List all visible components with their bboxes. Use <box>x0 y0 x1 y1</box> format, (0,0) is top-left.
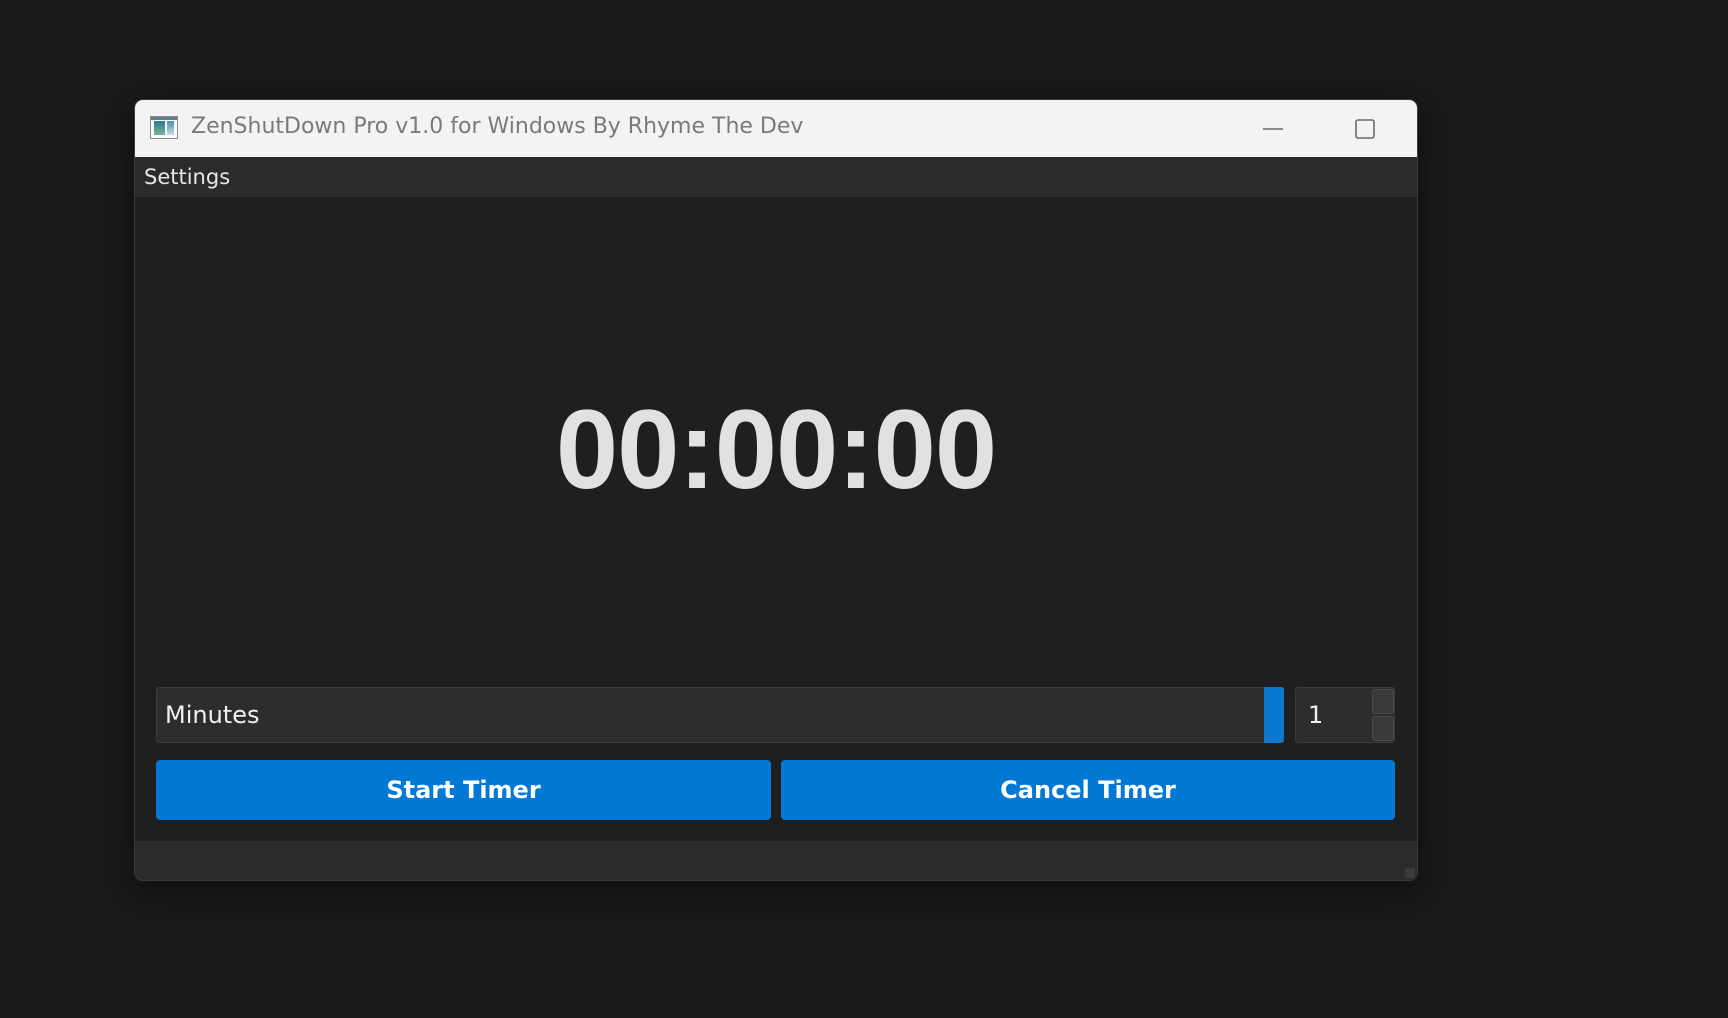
dropdown-arrow-button[interactable] <box>1264 687 1284 743</box>
start-timer-button[interactable]: Start Timer <box>156 760 771 820</box>
close-button[interactable] <box>1412 100 1417 157</box>
title-bar[interactable]: ZenShutDown Pro v1.0 for Windows By Rhym… <box>135 100 1417 157</box>
minimize-icon <box>1263 127 1283 130</box>
maximize-icon <box>1355 118 1375 139</box>
menu-bar: Settings <box>135 157 1417 197</box>
time-unit-value: Minutes <box>165 701 260 729</box>
countdown-display: 00:00:00 <box>555 387 997 512</box>
spin-up-button[interactable] <box>1372 689 1394 714</box>
amount-spinbox[interactable]: 1 <box>1295 687 1395 743</box>
window-title: ZenShutDown Pro v1.0 for Windows By Rhym… <box>191 114 804 139</box>
status-bar <box>135 841 1417 880</box>
amount-value[interactable]: 1 <box>1308 701 1323 729</box>
maximize-button[interactable] <box>1320 100 1410 157</box>
minimize-button[interactable] <box>1228 100 1318 157</box>
app-window: ZenShutDown Pro v1.0 for Windows By Rhym… <box>134 99 1418 881</box>
menu-item-settings[interactable]: Settings <box>144 165 230 189</box>
spin-down-button[interactable] <box>1372 716 1394 741</box>
app-window-icon <box>150 116 178 139</box>
cancel-timer-button[interactable]: Cancel Timer <box>781 760 1395 820</box>
resize-grip[interactable] <box>1405 868 1415 878</box>
time-unit-select[interactable]: Minutes <box>156 687 1284 743</box>
